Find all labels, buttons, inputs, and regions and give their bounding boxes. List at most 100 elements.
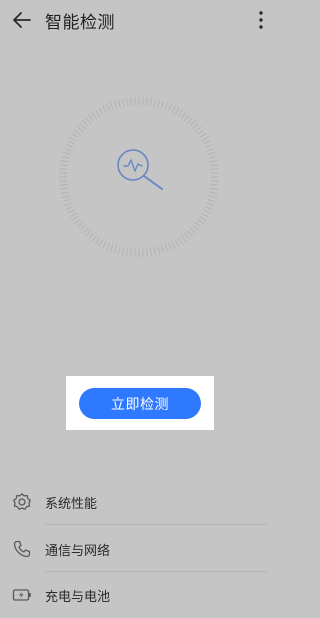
ring-tick <box>59 169 67 170</box>
ring-tick <box>147 97 148 105</box>
ring-tick <box>131 97 132 105</box>
ring-tick <box>106 243 109 250</box>
ring-tick <box>193 123 199 128</box>
ring-tick <box>126 248 127 256</box>
ring-tick <box>82 120 88 126</box>
ring-tick <box>80 225 86 230</box>
ring-tick <box>70 137 77 141</box>
ring-tick <box>106 104 109 111</box>
ring-tick <box>181 235 186 241</box>
list-item-label: 充电与电池 <box>45 586 110 605</box>
ring-tick <box>210 188 218 189</box>
ring-tick <box>175 239 179 246</box>
ring-tick <box>203 141 210 145</box>
ring-tick <box>89 233 94 239</box>
ring-tick <box>199 133 206 137</box>
ring-tick <box>165 244 168 251</box>
ring-tick <box>206 148 213 151</box>
ring-tick <box>195 222 201 227</box>
ring-tick <box>161 245 163 253</box>
gear-icon <box>12 492 32 512</box>
ring-tick <box>209 156 217 158</box>
ring-tick <box>68 210 75 214</box>
ring-tick <box>190 120 196 126</box>
ring-tick <box>199 216 206 220</box>
ring-tick <box>168 243 171 250</box>
ring-tick <box>205 206 212 209</box>
ring-tick <box>209 192 217 194</box>
ring-tick <box>187 231 192 237</box>
ring-tick <box>154 247 156 255</box>
ring-tick <box>74 130 80 135</box>
list-item-label: 系统性能 <box>45 493 97 512</box>
ring-tick <box>110 244 113 251</box>
ring-tick <box>193 225 199 230</box>
battery-charging-icon <box>12 585 32 605</box>
scan-progress-ring <box>56 94 222 260</box>
ring-tick <box>181 112 186 118</box>
ring-tick <box>118 247 120 255</box>
ring-tick <box>172 106 176 113</box>
ring-tick <box>64 148 71 151</box>
ring-tick <box>60 164 68 165</box>
ring-tick <box>61 192 69 194</box>
ring-tick <box>209 196 217 198</box>
ring-tick <box>95 110 99 117</box>
ring-tick <box>62 196 70 198</box>
list-item-battery[interactable]: 充电与电池 <box>0 572 277 618</box>
list-item-label: 通信与网络 <box>45 540 110 559</box>
ring-tick <box>72 216 79 220</box>
ring-tick <box>150 98 151 106</box>
ring-tick <box>197 130 203 135</box>
ring-tick <box>184 115 189 121</box>
magnifier-pulse-icon <box>118 150 162 189</box>
ring-tick <box>77 127 83 132</box>
ring-tick <box>207 199 215 201</box>
list-item-network[interactable]: 通信与网络 <box>0 526 277 572</box>
ring-tick <box>190 228 196 234</box>
ring-tick <box>80 123 86 128</box>
ring-tick <box>211 169 219 170</box>
ring-tick <box>201 213 208 217</box>
ring-tick <box>103 241 107 248</box>
list-item-system-performance[interactable]: 系统性能 <box>0 479 277 525</box>
ring-tick <box>92 235 97 241</box>
ring-tick <box>59 185 67 186</box>
back-arrow-icon[interactable] <box>11 9 33 31</box>
ring-tick <box>82 228 88 234</box>
more-vertical-icon[interactable] <box>254 9 268 31</box>
ring-tick <box>175 108 179 115</box>
ring-tick <box>61 160 69 162</box>
page-title: 智能检测 <box>45 8 115 33</box>
ring-tick <box>168 104 171 111</box>
ring-tick <box>63 152 71 154</box>
ring-tick <box>118 100 120 108</box>
ring-tick <box>165 102 168 109</box>
ring-tick <box>147 249 148 257</box>
ring-tick <box>206 203 213 206</box>
ring-tick <box>68 141 75 145</box>
ring-tick <box>63 199 71 201</box>
ring-tick <box>158 100 160 108</box>
ring-tick <box>178 237 182 244</box>
ring-tick <box>95 237 99 244</box>
divider <box>45 524 267 525</box>
ring-tick <box>203 210 210 214</box>
ring-tick <box>184 233 189 239</box>
ring-tick <box>99 239 103 246</box>
ring-tick <box>154 99 156 107</box>
ring-tick <box>161 101 163 109</box>
ring-tick <box>92 112 97 118</box>
ring-tick <box>210 164 218 165</box>
ring-tick <box>131 249 132 257</box>
ring-tick <box>89 115 94 121</box>
ring-tick <box>211 185 219 186</box>
ring-tick <box>77 222 83 227</box>
ring-tick <box>85 118 90 124</box>
start-detection-button[interactable]: 立即检测 <box>79 388 201 419</box>
ring-tick <box>114 101 116 109</box>
ring-tick <box>209 160 217 162</box>
ring-tick <box>195 127 201 132</box>
ring-tick <box>110 102 113 109</box>
ring-tick <box>62 156 70 158</box>
